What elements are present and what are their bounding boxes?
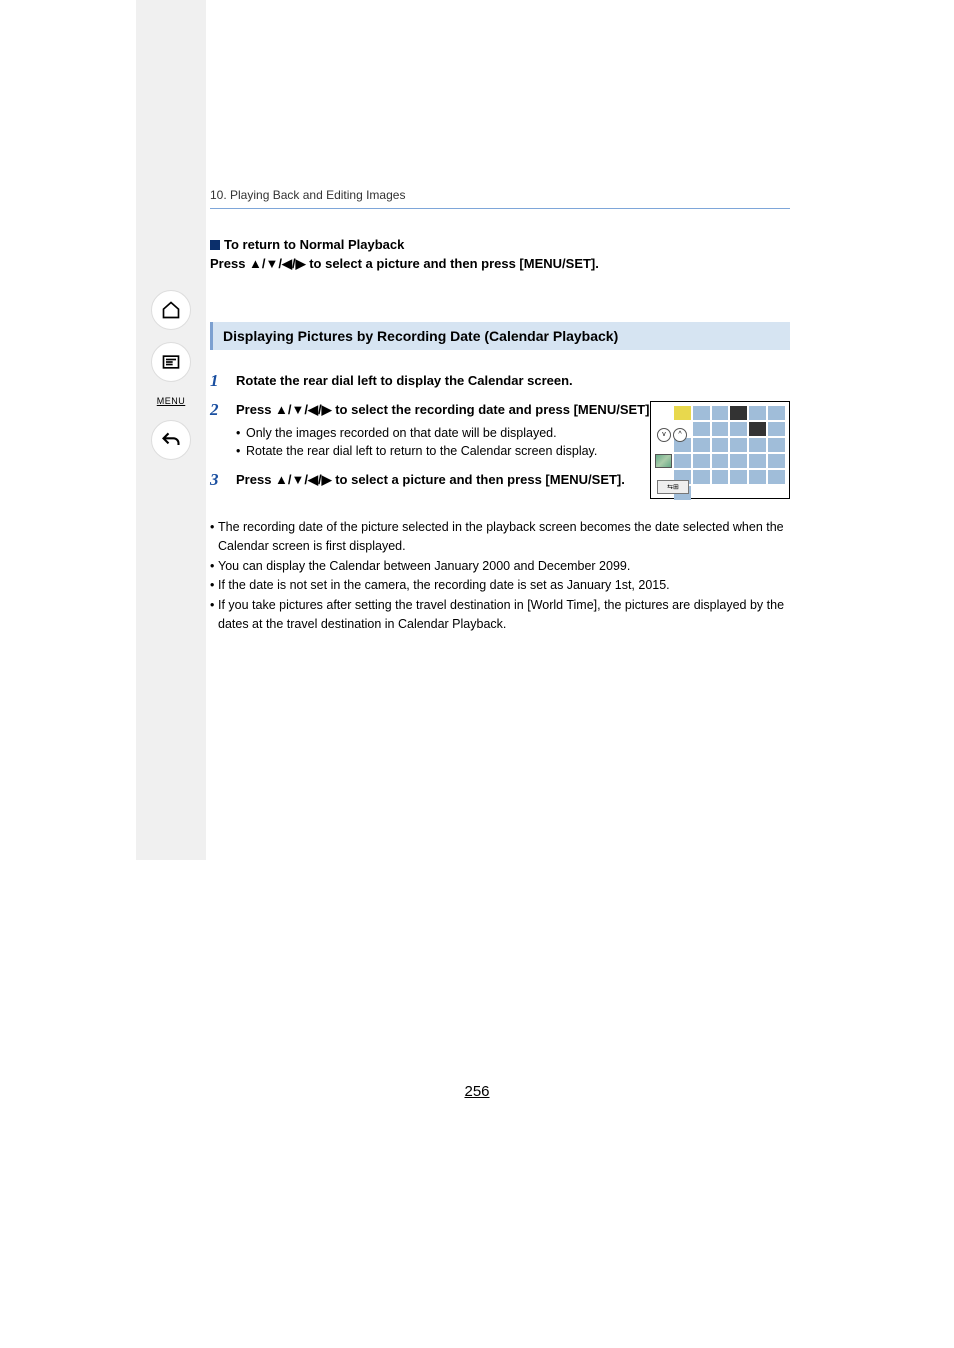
notes-block: The recording date of the picture select… [210,518,790,634]
home-icon[interactable] [151,290,191,330]
step-main: Press ▲/▼/◀/▶ to select the recording da… [236,402,653,417]
step-number: 1 [210,372,236,391]
calendar-thumbnail-figure: v ^ ⇆⊞ [650,401,790,499]
step-main: Rotate the rear dial left to display the… [236,373,573,388]
return-normal-heading: To return to Normal Playback [210,237,790,252]
step-main: Press ▲/▼/◀/▶ to select a picture and th… [236,472,625,487]
dial-right-icon: ^ [673,428,687,442]
note-item: The recording date of the picture select… [210,518,790,557]
note-item: If the date is not set in the camera, th… [210,576,790,595]
section-heading: Displaying Pictures by Recording Date (C… [210,322,790,350]
steps-list: 1 Rotate the rear dial left to display t… [210,372,790,490]
step-2: 2 Press ▲/▼/◀/▶ to select the recording … [210,401,790,461]
note-item: If you take pictures after setting the t… [210,596,790,635]
page-number[interactable]: 256 [0,1083,954,1100]
return-normal-instruction: Press ▲/▼/◀/▶ to select a picture and th… [210,256,790,272]
menu-label[interactable]: MENU [157,396,186,406]
sidebar-nav: MENU [136,290,206,460]
page-content: 10. Playing Back and Editing Images To r… [210,188,790,634]
dial-left-icon: v [657,428,671,442]
step-number: 3 [210,471,236,490]
back-icon[interactable] [151,420,191,460]
note-item: You can display the Calendar between Jan… [210,557,790,576]
step-number: 2 [210,401,236,461]
step-1: 1 Rotate the rear dial left to display t… [210,372,790,391]
dial-icons: v ^ [657,428,687,442]
return-normal-title: To return to Normal Playback [224,237,404,252]
square-marker-icon [210,240,220,250]
thumb-footer-icon: ⇆⊞ [657,480,689,494]
breadcrumb: 10. Playing Back and Editing Images [210,188,790,209]
toc-icon[interactable] [151,342,191,382]
